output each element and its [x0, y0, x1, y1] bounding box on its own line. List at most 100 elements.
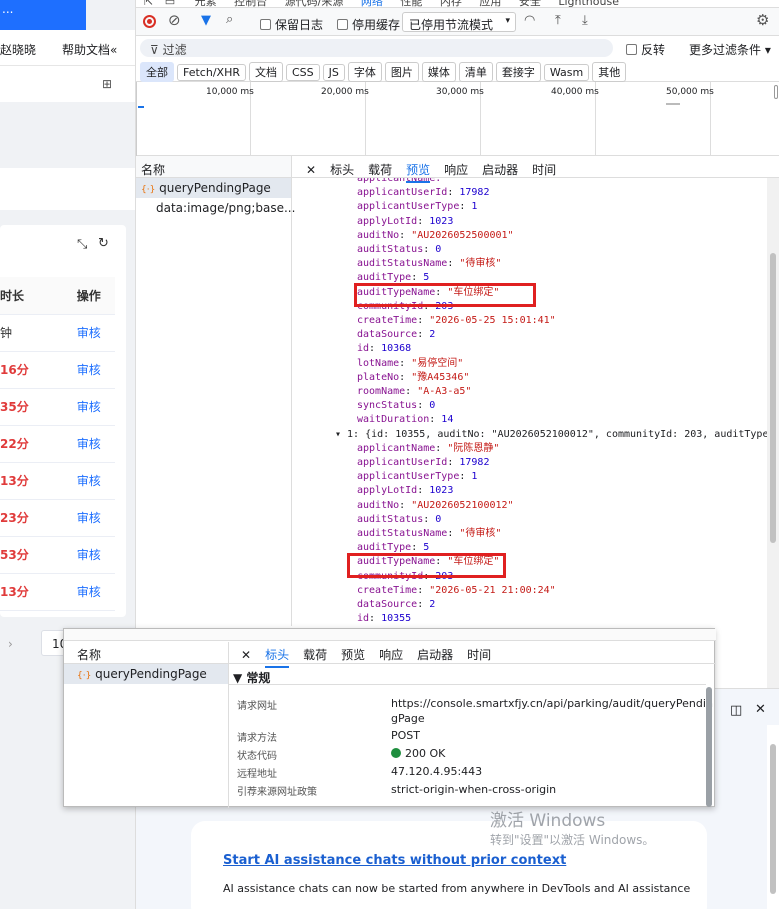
- request-list-header[interactable]: 名称: [136, 156, 291, 178]
- help-doc-label: 帮助文档: [62, 43, 111, 57]
- scrollbar-thumb[interactable]: [706, 687, 712, 807]
- disable-cache-label: 停用缓存: [352, 18, 401, 32]
- filter-row: ⊽ 过滤 反转 更多过滤条件 ▾: [136, 36, 779, 60]
- filter-css[interactable]: CSS: [285, 64, 320, 81]
- audit-link[interactable]: 审核: [62, 351, 115, 389]
- close-drawer-icon[interactable]: ✕: [755, 702, 766, 717]
- filter-js[interactable]: JS: [322, 64, 345, 81]
- inspect-icon[interactable]: ⇱: [144, 0, 153, 7]
- json-array-item[interactable]: ▾ 1: {id: 10355, auditNo: "AU20260521000…: [335, 428, 767, 442]
- json-value: 14: [441, 414, 454, 426]
- tab-lighthouse[interactable]: Lighthouse: [558, 0, 619, 7]
- more-filters-dropdown[interactable]: 更多过滤条件 ▾: [689, 41, 771, 58]
- json-line: applicantUserType: 1: [357, 471, 478, 483]
- grid-icon[interactable]: ⊞: [102, 78, 112, 90]
- scrollbar-thumb[interactable]: [770, 253, 776, 543]
- tab-sources[interactable]: 源代码/来源: [285, 0, 344, 7]
- next-page-icon[interactable]: ›: [8, 637, 13, 651]
- json-value: "待审核": [459, 528, 502, 540]
- audit-link[interactable]: 审核: [62, 573, 115, 611]
- overlay-request-row[interactable]: {·} queryPendingPage: [64, 664, 228, 684]
- invert-checkbox[interactable]: 反转: [626, 41, 665, 58]
- preserve-log-checkbox[interactable]: 保留日志: [260, 16, 323, 33]
- audit-link[interactable]: 审核: [62, 499, 115, 537]
- audit-link[interactable]: 审核: [62, 388, 115, 426]
- tab-timing[interactable]: 时间: [467, 646, 491, 663]
- export-har-icon[interactable]: ⤓: [582, 14, 588, 27]
- tab-preview[interactable]: 预览: [341, 646, 365, 663]
- tab-elements[interactable]: 元素: [195, 0, 217, 7]
- user-name[interactable]: 赵晓晓: [0, 41, 36, 58]
- drawer-scrollbar[interactable]: [767, 725, 779, 910]
- request-row[interactable]: data:image/png;base...: [136, 198, 295, 218]
- user-row: 赵晓晓 帮助文档«: [0, 30, 135, 66]
- filter-fetch-xhr[interactable]: Fetch/XHR: [177, 64, 246, 81]
- json-key: createTime: [357, 315, 418, 327]
- tab-security[interactable]: 安全: [519, 0, 541, 7]
- audit-link[interactable]: 审核: [62, 314, 115, 352]
- help-doc-link[interactable]: 帮助文档«: [62, 41, 117, 58]
- filter-media[interactable]: 媒体: [421, 62, 456, 82]
- json-line: plateNo: "豫A45346": [357, 371, 470, 383]
- record-icon[interactable]: [143, 15, 156, 28]
- import-har-icon[interactable]: ⤒: [555, 14, 561, 27]
- general-section-header[interactable]: ▼ 常规: [229, 665, 706, 685]
- column-header-duration: 时长: [0, 277, 63, 315]
- tab-application[interactable]: 应用: [479, 0, 501, 7]
- json-line: auditStatus: 0: [357, 513, 442, 525]
- json-line: roomName: "A-A3-a5": [357, 386, 472, 398]
- filter-manifest[interactable]: 清单: [458, 62, 493, 82]
- close-icon[interactable]: ✕: [241, 648, 251, 662]
- tab-network[interactable]: 网络: [361, 0, 383, 7]
- overlay-scrollbar[interactable]: [705, 679, 714, 807]
- disable-cache-checkbox[interactable]: 停用缓存: [337, 16, 400, 33]
- timeline-tick: 40,000 ms: [551, 87, 599, 97]
- tab-memory[interactable]: 内存: [440, 0, 462, 7]
- collapse-icon[interactable]: «: [110, 43, 117, 57]
- ai-card-title[interactable]: Start AI assistance chats without prior …: [223, 853, 566, 868]
- tab-headers[interactable]: 标头: [330, 161, 354, 178]
- filter-input[interactable]: ⊽ 过滤: [140, 39, 613, 57]
- search-icon[interactable]: ⌕: [226, 13, 233, 26]
- filter-other[interactable]: 其他: [592, 62, 627, 82]
- device-icon[interactable]: ▭: [165, 0, 175, 7]
- dock-icon[interactable]: ◫: [730, 703, 742, 718]
- close-icon[interactable]: ✕: [306, 163, 316, 177]
- tab-console[interactable]: 控制台: [234, 0, 267, 7]
- tab-performance[interactable]: 性能: [400, 0, 422, 7]
- json-value: 0: [435, 244, 442, 256]
- tab-response[interactable]: 响应: [444, 161, 468, 178]
- refresh-icon[interactable]: ↻: [98, 237, 109, 250]
- filter-icon[interactable]: ▼: [201, 14, 211, 27]
- filter-wasm[interactable]: Wasm: [543, 64, 590, 81]
- tab-payload[interactable]: 载荷: [368, 161, 392, 178]
- network-conditions-icon[interactable]: ◠: [524, 14, 535, 27]
- json-value: "A-A3-a5": [417, 386, 472, 398]
- filter-img[interactable]: 图片: [384, 62, 419, 82]
- audit-link[interactable]: 审核: [62, 462, 115, 500]
- tab-initiator[interactable]: 启动器: [482, 161, 518, 178]
- timeline-handle[interactable]: [774, 85, 778, 99]
- filter-doc[interactable]: 文档: [248, 62, 283, 82]
- preview-scrollbar[interactable]: [767, 178, 779, 688]
- filter-socket[interactable]: 套接字: [495, 62, 541, 82]
- preserve-log-label: 保留日志: [275, 18, 324, 32]
- header-label: 请求网址: [237, 701, 277, 712]
- tab-response[interactable]: 响应: [379, 646, 403, 663]
- filter-all[interactable]: 全部: [140, 62, 174, 82]
- settings-icon[interactable]: ⚙: [756, 13, 769, 28]
- throttle-select[interactable]: 已停用节流模式 ▾: [402, 12, 516, 32]
- scrollbar-thumb[interactable]: [770, 744, 776, 894]
- request-row-selected[interactable]: {·} queryPendingPage: [136, 178, 291, 198]
- json-key: auditNo: [357, 229, 400, 241]
- filter-font[interactable]: 字体: [347, 62, 382, 82]
- tab-timing[interactable]: 时间: [532, 161, 556, 178]
- overlay-list-header[interactable]: 名称: [64, 642, 228, 664]
- audit-link[interactable]: 审核: [62, 536, 115, 574]
- tab-payload[interactable]: 载荷: [303, 646, 327, 663]
- audit-link[interactable]: 审核: [62, 425, 115, 463]
- timeline-overview[interactable]: 10,000 ms 20,000 ms 30,000 ms 40,000 ms …: [136, 82, 779, 156]
- fullscreen-icon[interactable]: ⤡: [77, 238, 87, 251]
- tab-initiator[interactable]: 启动器: [417, 646, 453, 663]
- clear-icon[interactable]: ⊘: [168, 13, 181, 28]
